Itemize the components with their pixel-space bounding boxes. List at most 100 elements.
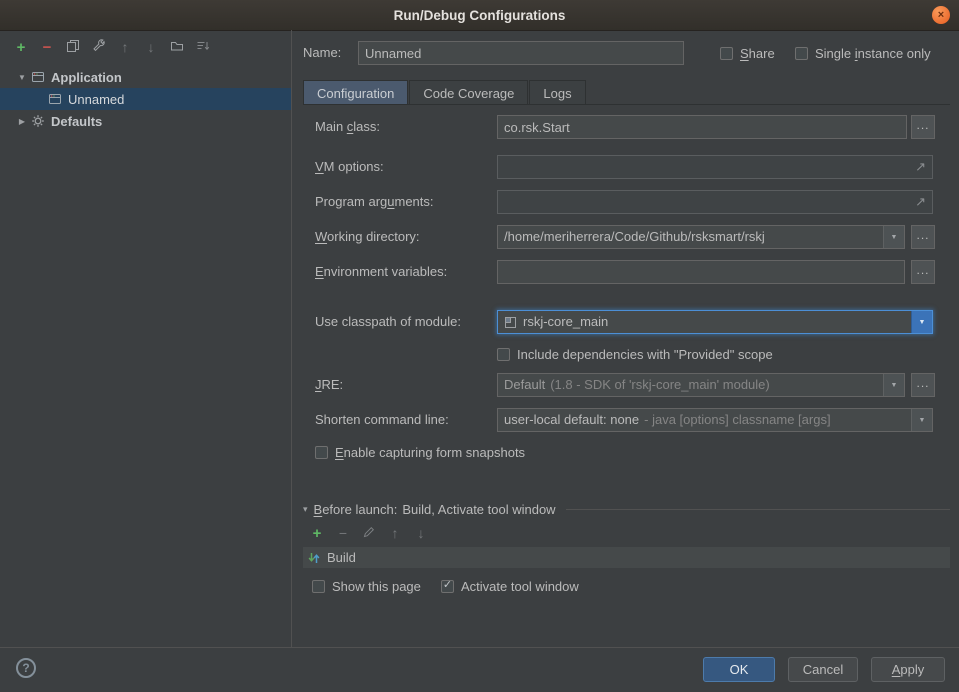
remove-configuration-button[interactable]: − — [39, 39, 55, 55]
single-instance-checkbox[interactable] — [795, 47, 808, 60]
ok-button[interactable]: OK — [703, 657, 775, 682]
single-instance-checkbox-row: Single instance only — [795, 45, 931, 61]
tab-panel-divider — [303, 104, 950, 105]
tab-bar: Configuration Code Coverage Logs — [303, 80, 586, 105]
show-this-page-checkbox[interactable] — [312, 580, 325, 593]
create-folder-button[interactable] — [169, 39, 185, 55]
working-directory-browse-button[interactable]: ... — [911, 225, 935, 249]
chevron-down-icon: ▼ — [891, 234, 898, 241]
tree-item-unnamed[interactable]: Unnamed — [0, 88, 291, 110]
configuration-panel: Name: Share Single instance only Configu… — [292, 30, 959, 647]
tree-item-label: Defaults — [51, 114, 102, 129]
single-instance-label: Single instance only — [815, 46, 931, 61]
include-provided-checkbox[interactable] — [497, 348, 510, 361]
tree-item-defaults[interactable]: ▶ Defaults — [0, 110, 291, 132]
tab-code-coverage[interactable]: Code Coverage — [409, 80, 528, 105]
working-directory-value: /home/meriherrera/Code/Github/rsksmart/r… — [504, 226, 765, 248]
main-class-browse-button[interactable]: ... — [911, 115, 935, 139]
apply-button[interactable]: Apply — [871, 657, 945, 682]
before-launch-move-down-button[interactable]: ↓ — [413, 525, 429, 541]
copy-configuration-button[interactable] — [65, 39, 81, 55]
collapse-arrow-icon[interactable]: ▾ — [303, 504, 308, 515]
close-icon: × — [938, 10, 944, 21]
jre-value: Default — [504, 374, 545, 396]
run-debug-configurations-dialog: Run/Debug Configurations × + − ↑ ↓ — [0, 0, 959, 692]
jre-combo[interactable]: Default (1.8 - SDK of 'rskj-core_main' m… — [497, 373, 905, 397]
capture-snapshots-label: Enable capturing form snapshots — [335, 445, 525, 460]
edit-defaults-button[interactable] — [91, 39, 107, 55]
move-up-button[interactable]: ↑ — [117, 39, 133, 55]
expand-field-icon[interactable]: ↗ — [915, 194, 926, 210]
cancel-button[interactable]: Cancel — [788, 657, 858, 682]
close-button[interactable]: × — [932, 6, 950, 24]
tab-configuration[interactable]: Configuration — [303, 80, 408, 105]
chevron-down-icon: ▼ — [919, 319, 926, 326]
tab-label: Logs — [543, 86, 571, 101]
before-launch-move-up-button[interactable]: ↑ — [387, 525, 403, 541]
shorten-command-line-hint: - java [options] classname [args] — [644, 409, 830, 431]
ellipsis-icon: ... — [916, 264, 929, 276]
working-directory-dropdown-button[interactable]: ▼ — [883, 226, 904, 248]
chevron-down-icon: ▼ — [919, 417, 926, 424]
name-input[interactable] — [358, 41, 684, 65]
working-directory-combo[interactable]: /home/meriherrera/Code/Github/rsksmart/r… — [497, 225, 905, 249]
classpath-module-value: rskj-core_main — [523, 311, 608, 333]
jre-label: JRE: — [315, 373, 343, 397]
before-launch-toolbar: + − ↑ ↓ — [309, 524, 429, 542]
program-arguments-label: Program arguments: — [315, 190, 434, 214]
check-icon: ✓ — [443, 580, 452, 591]
capture-snapshots-checkbox[interactable] — [315, 446, 328, 459]
before-launch-header[interactable]: ▾ Before launch: Build, Activate tool wi… — [303, 501, 950, 517]
move-up-icon: ↑ — [392, 526, 399, 540]
capture-snapshots-checkbox-row: Enable capturing form snapshots — [315, 444, 525, 460]
tree-item-application[interactable]: ▼ Application — [0, 66, 291, 88]
section-divider — [566, 509, 950, 510]
defaults-gear-icon — [31, 114, 45, 128]
jre-browse-button[interactable]: ... — [911, 373, 935, 397]
titlebar[interactable]: Run/Debug Configurations × — [0, 0, 959, 31]
move-down-icon: ↓ — [418, 526, 425, 540]
application-icon — [31, 70, 45, 84]
chevron-down-icon: ▼ — [891, 382, 898, 389]
before-launch-edit-button[interactable] — [361, 525, 377, 541]
before-launch-remove-button[interactable]: − — [335, 525, 351, 541]
classpath-module-dropdown-button[interactable]: ▼ — [911, 311, 932, 333]
add-configuration-button[interactable]: + — [13, 39, 29, 55]
before-launch-item-build[interactable]: Build — [303, 550, 950, 565]
tab-logs[interactable]: Logs — [529, 80, 585, 105]
sort-icon — [196, 39, 210, 55]
move-down-icon: ↓ — [148, 40, 155, 54]
share-checkbox[interactable] — [720, 47, 733, 60]
activate-tool-window-checkbox-row: ✓ Activate tool window — [441, 578, 579, 594]
environment-variables-browse-button[interactable]: ... — [911, 260, 935, 284]
window-title: Run/Debug Configurations — [394, 8, 566, 23]
expand-field-icon[interactable]: ↗ — [915, 159, 926, 175]
main-class-label: Main class: — [315, 115, 380, 139]
vm-options-input[interactable]: ↗ — [497, 155, 933, 179]
share-label: Share — [740, 46, 775, 61]
jre-dropdown-button[interactable]: ▼ — [883, 374, 904, 396]
remove-icon: − — [43, 40, 52, 55]
help-button[interactable]: ? — [16, 658, 36, 678]
activate-tool-window-checkbox[interactable]: ✓ — [441, 580, 454, 593]
environment-variables-label: Environment variables: — [315, 260, 447, 284]
before-launch-summary: Build, Activate tool window — [402, 502, 555, 517]
before-launch-list: Build — [303, 547, 950, 568]
before-launch-add-button[interactable]: + — [309, 525, 325, 541]
shorten-command-line-combo[interactable]: user-local default: none - java [options… — [497, 408, 933, 432]
program-arguments-input[interactable]: ↗ — [497, 190, 933, 214]
classpath-module-combo[interactable]: rskj-core_main ▼ — [497, 310, 933, 334]
chevron-expanded-icon[interactable]: ▼ — [16, 73, 28, 82]
shorten-command-line-value: user-local default: none — [504, 409, 639, 431]
shorten-command-line-dropdown-button[interactable]: ▼ — [911, 409, 932, 431]
sort-configurations-button[interactable] — [195, 39, 211, 55]
build-icon — [307, 551, 321, 565]
main-class-input[interactable] — [497, 115, 907, 139]
show-this-page-checkbox-row: Show this page — [312, 578, 421, 594]
move-down-button[interactable]: ↓ — [143, 39, 159, 55]
chevron-collapsed-icon[interactable]: ▶ — [16, 117, 28, 126]
environment-variables-input[interactable] — [497, 260, 905, 284]
shorten-command-line-label: Shorten command line: — [315, 408, 449, 432]
show-this-page-label: Show this page — [332, 579, 421, 594]
dialog-buttons: OK Cancel Apply — [703, 657, 945, 682]
